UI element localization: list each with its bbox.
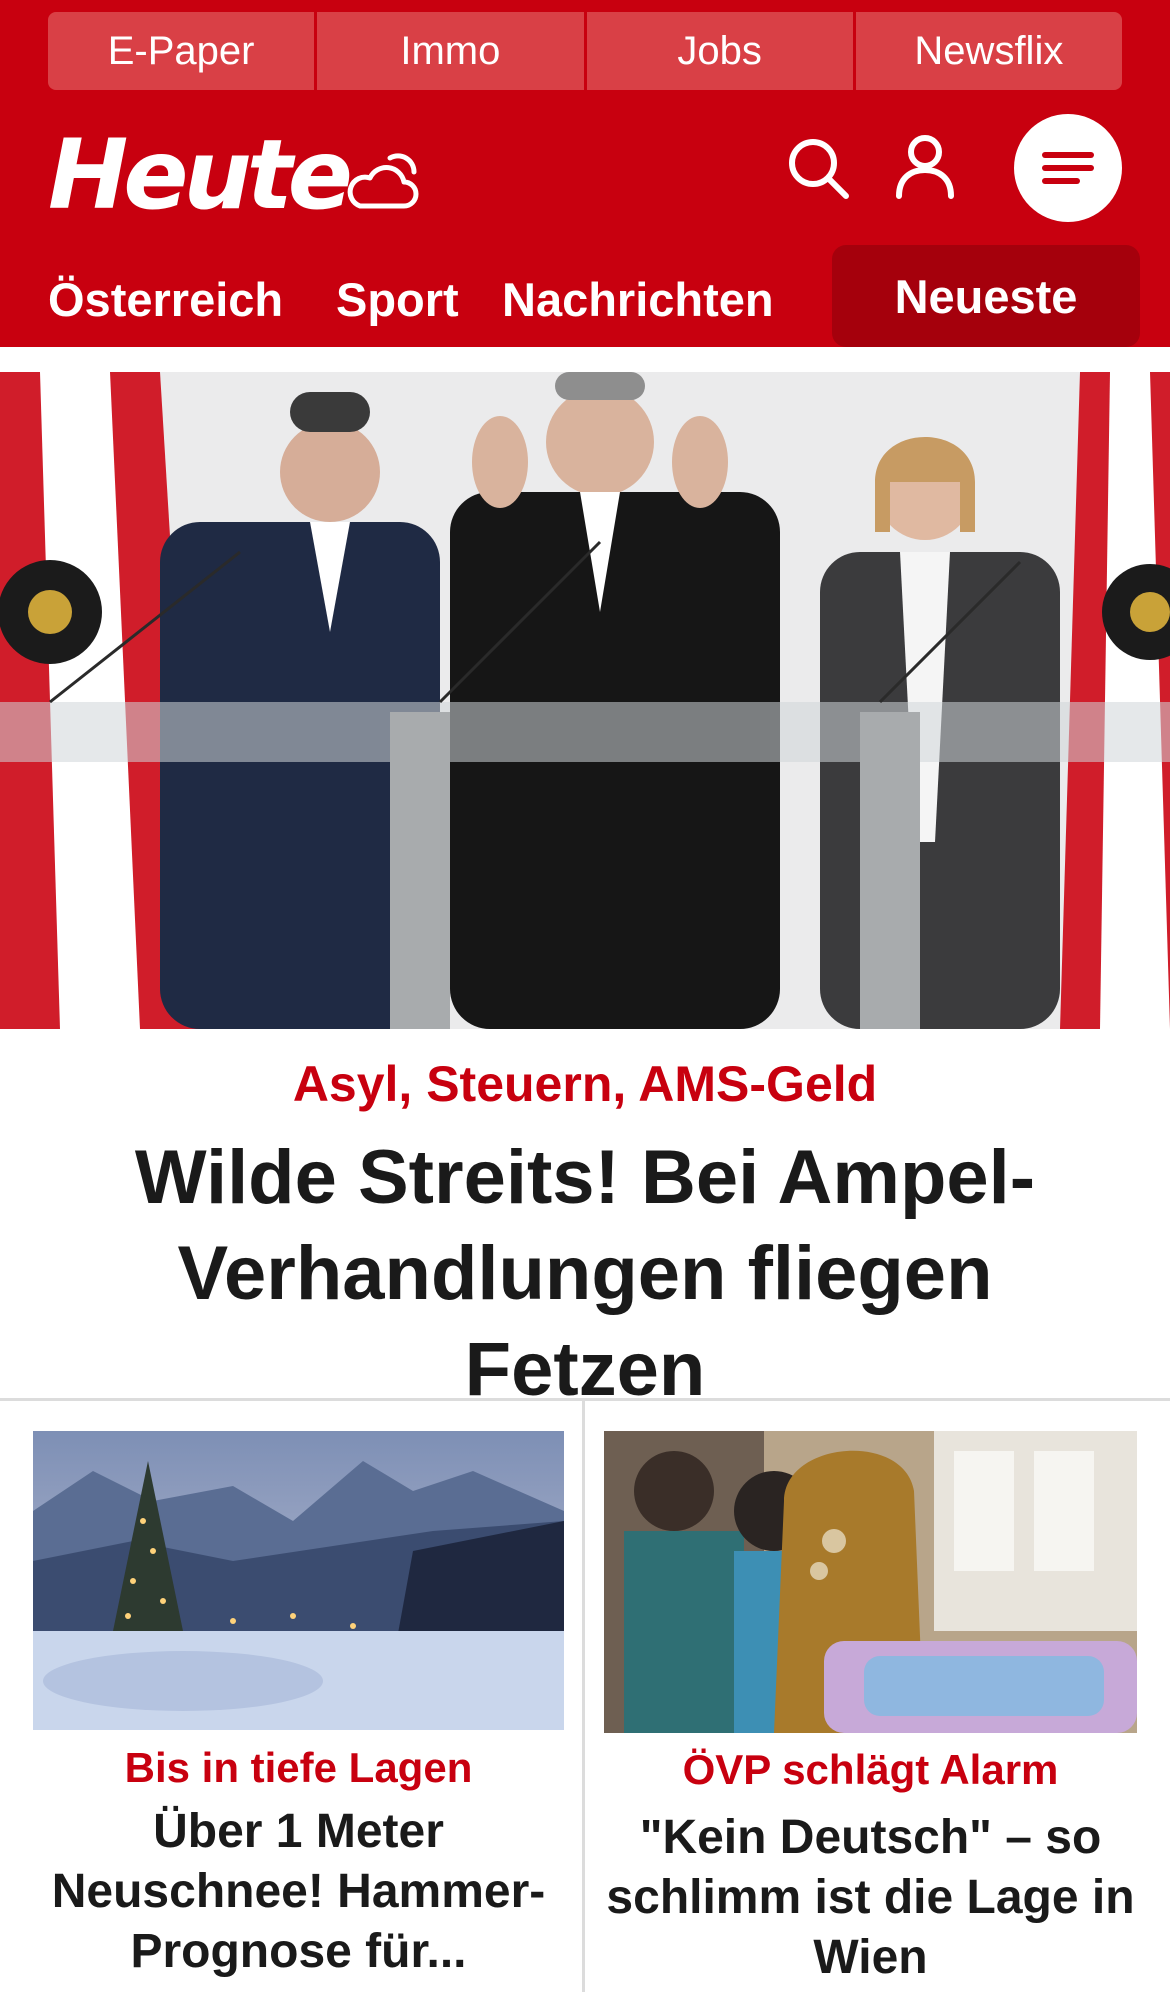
- top-link-epaper[interactable]: E-Paper: [48, 12, 318, 90]
- nav-item-nachrichten[interactable]: Nachrichten: [502, 271, 774, 329]
- press-conference-photo: [0, 372, 1170, 1029]
- search-icon[interactable]: [786, 136, 852, 202]
- menu-icon: [1042, 152, 1094, 184]
- site-header: E-Paper Immo Jobs Newsflix Heute Österre…: [0, 0, 1170, 347]
- menu-button[interactable]: [1014, 114, 1122, 222]
- section-divider: [0, 1398, 1170, 1401]
- hero-kicker[interactable]: Asyl, Steuern, AMS-Geld: [0, 1052, 1170, 1116]
- top-link-immo[interactable]: Immo: [317, 12, 587, 90]
- hero-headline[interactable]: Wilde Streits! Bei Ampel-Verhandlungen f…: [60, 1130, 1110, 1418]
- teaser-kicker-school[interactable]: ÖVP schlägt Alarm: [604, 1742, 1137, 1798]
- teaser-headline-school[interactable]: "Kein Deutsch" – so schlimm ist die Lage…: [604, 1808, 1137, 1988]
- brand-row: Heute: [0, 100, 1170, 240]
- school-children-photo: [604, 1431, 1137, 1733]
- nav-item-sport[interactable]: Sport: [336, 271, 459, 329]
- teaser-image-snow[interactable]: [33, 1431, 564, 1730]
- teaser-headline-snow[interactable]: Über 1 Meter Neuschnee! Hammer-Prognose …: [40, 1802, 557, 1982]
- hero-image[interactable]: [0, 372, 1170, 1029]
- teaser-image-school[interactable]: [604, 1431, 1137, 1733]
- snowy-village-photo: [33, 1431, 564, 1730]
- nav-item-oesterreich[interactable]: Österreich: [48, 271, 283, 329]
- cloud-sun-icon[interactable]: [346, 148, 422, 214]
- site-logo[interactable]: Heute: [48, 120, 353, 230]
- top-link-newsflix[interactable]: Newsflix: [855, 12, 1122, 90]
- section-nav: Österreich Sport Nachrichten Neueste: [0, 245, 1170, 347]
- teaser-kicker-snow[interactable]: Bis in tiefe Lagen: [33, 1740, 564, 1796]
- column-divider: [582, 1401, 585, 1992]
- nav-item-neueste[interactable]: Neueste: [832, 245, 1140, 347]
- top-links-bar: E-Paper Immo Jobs Newsflix: [48, 12, 1122, 90]
- top-link-jobs[interactable]: Jobs: [586, 12, 856, 90]
- user-icon[interactable]: [894, 134, 956, 200]
